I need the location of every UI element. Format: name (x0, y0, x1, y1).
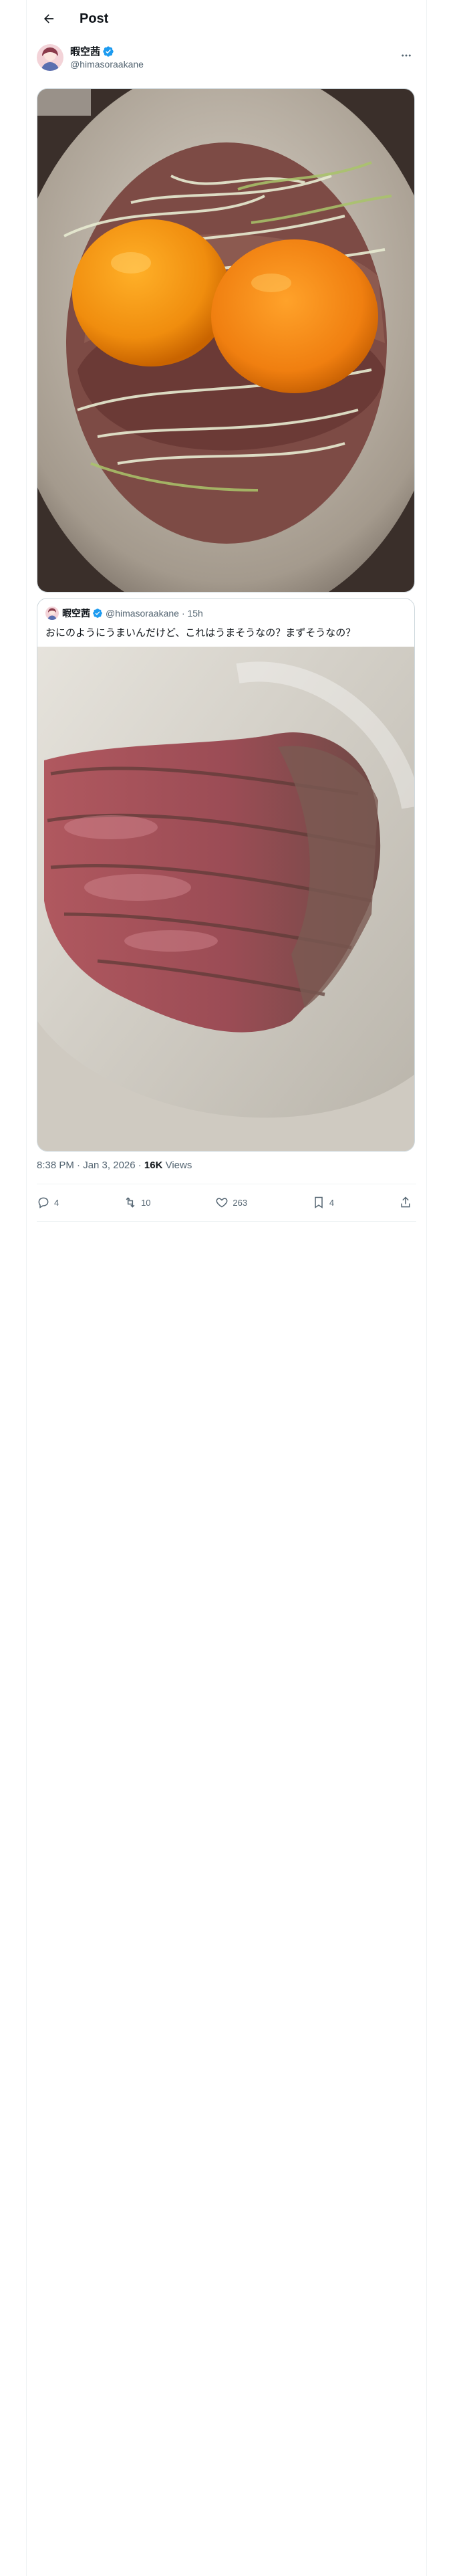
page-title: Post (80, 11, 109, 26)
share-button[interactable] (399, 1196, 416, 1209)
quoted-author-name: 暇空茜 (62, 608, 90, 619)
post-time[interactable]: 8:38 PM · Jan 3, 2026 · (37, 1160, 144, 1171)
share-icon (401, 1196, 410, 1208)
quoted-avatar (45, 607, 59, 620)
more-options-button[interactable] (396, 45, 416, 66)
views-label: Views (162, 1160, 192, 1171)
views-count: 16K (144, 1160, 163, 1171)
quoted-post-header: 暇空茜 @himasoraakane · 15h (45, 607, 203, 620)
photo-egg-yolks-beef (37, 89, 414, 592)
repost-icon (126, 1197, 135, 1208)
arrow-left-icon (44, 14, 54, 23)
verified-badge-icon (103, 45, 114, 57)
quoted-post[interactable]: 暇空茜 @himasoraakane · 15h おにのようにうまいんだけど、こ… (37, 598, 415, 1152)
bookmark-count: 4 (329, 1197, 335, 1208)
author-name-row[interactable]: 暇空茜 (70, 44, 114, 58)
post-author: 暇空茜 @himasoraakane (37, 43, 427, 72)
top-bar: Post (26, 0, 427, 37)
like-button[interactable]: 263 (215, 1196, 247, 1209)
repost-count: 10 (141, 1197, 151, 1208)
reply-count: 4 (54, 1197, 59, 1208)
more-horizontal-icon (402, 54, 411, 57)
post-photo[interactable] (37, 88, 415, 593)
repost-button[interactable]: 10 (124, 1196, 151, 1209)
divider (37, 1221, 416, 1222)
back-button[interactable] (37, 7, 61, 31)
bookmark-button[interactable]: 4 (312, 1196, 334, 1209)
author-name[interactable]: 暇空茜 (70, 44, 100, 58)
quoted-post-text: おにのようにうまいんだけど、これはうまそうなの？まずそうなの？ (45, 627, 356, 639)
author-handle[interactable]: @himasoraakane (70, 59, 144, 70)
bookmark-icon (315, 1196, 323, 1208)
post-timestamp-views: 8:38 PM · Jan 3, 2026 · 16K Views (37, 1160, 192, 1171)
heart-icon (216, 1198, 228, 1208)
avatar[interactable] (37, 44, 63, 71)
quoted-author-handle: @himasoraakane (106, 608, 179, 619)
action-bar: 4 10 263 4 (37, 1190, 416, 1214)
quoted-post-photo[interactable] (37, 647, 414, 1151)
like-count: 263 (233, 1197, 248, 1208)
reply-icon (38, 1197, 49, 1208)
verified-badge-icon (93, 609, 102, 618)
photo-sliced-roast-beef (37, 647, 414, 1151)
quoted-post-age: · 15h (181, 608, 203, 619)
reply-button[interactable]: 4 (37, 1196, 59, 1209)
